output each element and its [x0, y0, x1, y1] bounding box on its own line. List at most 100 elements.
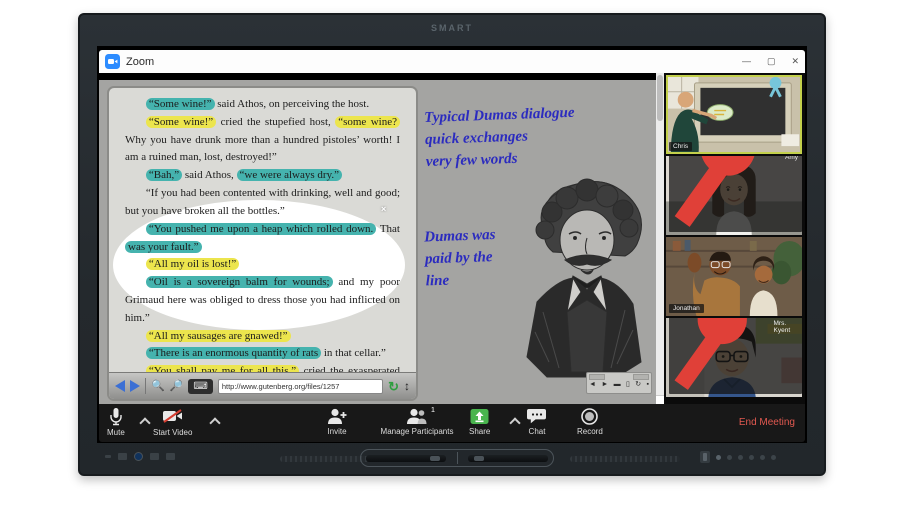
book-paragraph: “There is an enormous quantity of rats i… [125, 345, 400, 363]
minimize-button[interactable]: — [742, 57, 751, 66]
participant-name: Mrs. Kyent [774, 320, 798, 334]
volume-control [700, 451, 710, 463]
status-led [738, 455, 743, 460]
mute-button[interactable]: Mute [107, 408, 125, 437]
highlight-teal: “There is an enormous quantity of rats [146, 347, 321, 359]
book-paragraph: “You pushed me upon a heap which rolled … [125, 221, 400, 257]
status-led [716, 455, 721, 460]
participants-icon [406, 408, 428, 425]
stage: SMART Zoom — ▢ ✕ [0, 0, 900, 507]
zoom-window: Zoom — ▢ ✕ “Some w [99, 50, 805, 442]
smart-logo: SMART [80, 23, 824, 33]
forward-icon[interactable] [130, 380, 140, 392]
text-segment: That [376, 223, 400, 235]
vertical-scrollbar[interactable] [656, 73, 664, 404]
tray-divider [457, 452, 458, 464]
highlight-yellow: “Some wine!” [146, 116, 216, 128]
book-paragraph: “You shall pay me for all this,” cried t… [125, 363, 400, 372]
video-tile-student[interactable]: Mrs. Kyent [666, 318, 802, 397]
text-segment: “If you had been contented with drinking… [125, 187, 400, 217]
chat-button[interactable]: Chat [527, 408, 547, 436]
share-options-chevron-icon[interactable] [511, 416, 519, 424]
record-button[interactable]: Record [577, 408, 603, 436]
url-field[interactable]: http://www.gutenberg.org/files/1257 [218, 379, 383, 394]
zoom-app-icon [105, 54, 120, 69]
share-label: Share [469, 427, 490, 436]
video-tile-chris[interactable]: Chris [666, 75, 802, 154]
page-next-icon[interactable]: ► [601, 380, 608, 389]
text-segment: in that cellar.” [321, 347, 386, 359]
resize-icon[interactable]: ↕ [404, 380, 410, 392]
board-side-controls [105, 452, 175, 461]
browser-toolbar: 🔍 🔎 ⌨ http://www.gutenberg.org/files/125… [109, 372, 416, 399]
pen-tray [360, 449, 554, 467]
invite-button[interactable]: Invite [327, 408, 347, 436]
text-segment: cried the stupefied host, [216, 116, 335, 128]
book-paragraph: “Oil is a sovereign balm for wounds; and… [125, 274, 400, 327]
more-icon[interactable]: ▪ [646, 380, 648, 389]
status-led [727, 455, 732, 460]
minimize-tool-icon[interactable]: ▬ [614, 380, 621, 389]
speaker-grille [570, 456, 680, 462]
smart-board: SMART Zoom — ▢ ✕ [78, 13, 826, 476]
mute-label: Mute [107, 428, 125, 437]
book-paragraph: “If you had been contented with drinking… [125, 185, 400, 221]
refresh-icon[interactable]: ↻ [388, 380, 399, 393]
sync-icon[interactable]: ↻ [635, 380, 641, 389]
video-tile-jonathan[interactable]: Jonathan [666, 237, 802, 316]
invite-icon [327, 408, 347, 425]
chat-bubble-icon [527, 408, 547, 425]
zoom-control-bar: Mute Start Video Invite [99, 404, 805, 442]
end-meeting-button[interactable]: End Meeting [739, 417, 795, 428]
page-icon[interactable]: ▯ [626, 380, 630, 389]
scrollbar-thumb[interactable] [657, 75, 663, 121]
participant-count-badge: 1 [431, 405, 435, 414]
menu-button [166, 453, 175, 460]
status-led [760, 455, 765, 460]
highlight-yellow: “All my oil is lost!” [146, 258, 239, 270]
zoom-out-icon[interactable]: 🔎 [170, 381, 184, 392]
book-paragraph: “All my sausages are gnawed!” [125, 328, 400, 346]
muted-mic-icon [673, 318, 772, 393]
book-paragraph: “Some wine!” cried the stupefied host, “… [125, 114, 400, 167]
mute-options-chevron-icon[interactable] [141, 416, 149, 424]
highlight-teal: “we were always dry.” [237, 169, 342, 181]
start-video-label: Start Video [153, 428, 192, 437]
chat-label: Chat [529, 427, 546, 436]
text-segment: said Athos, [182, 169, 236, 181]
start-video-button[interactable]: Start Video [153, 408, 192, 437]
stylus-pen [468, 455, 548, 462]
keyboard-icon[interactable]: ⌨ [188, 379, 212, 394]
record-icon [581, 408, 598, 425]
manage-participants-label: Manage Participants [381, 427, 454, 436]
text-segment: Why you have drunk more than a hundred p… [125, 134, 400, 164]
video-options-chevron-icon[interactable] [211, 416, 219, 424]
board-button-row [700, 451, 776, 463]
back-icon[interactable] [115, 380, 125, 392]
toolbar-divider [145, 378, 146, 394]
share-button[interactable]: Share [469, 408, 490, 436]
participant-name: Jonathan [673, 305, 700, 312]
invite-label: Invite [327, 427, 346, 436]
page-prev-icon[interactable]: ◄ [589, 380, 596, 389]
video-tile-amy[interactable]: Amy [666, 156, 802, 235]
book-browser-widget[interactable]: “Some wine!” said Athos, on perceiving t… [107, 86, 418, 401]
participant-video-strip: Chris [664, 73, 805, 404]
highlight-teal: “Some wine!” [146, 98, 215, 110]
annotation-close-icon[interactable]: × [381, 204, 386, 214]
highlight-teal: “Oil is a sovereign balm for wounds; [146, 276, 333, 288]
close-button[interactable]: ✕ [791, 57, 799, 66]
dumas-portrait-sketch [507, 172, 657, 392]
page-nav-toolbar: ◄ ► ▬ ▯ ↻ ▪ [586, 372, 652, 394]
maximize-button[interactable]: ▢ [767, 57, 776, 66]
highlight-teal: “You pushed me upon a heap which rolled … [146, 223, 376, 235]
input-button [150, 453, 159, 460]
zoom-in-icon[interactable]: 🔍 [151, 381, 165, 392]
shared-screen: “Some wine!” said Athos, on perceiving t… [99, 80, 656, 404]
highlight-yellow: “some wine? [335, 116, 400, 128]
handwritten-note-dialogue: Typical Dumas dialogue quick exchanges v… [424, 100, 656, 173]
muted-mic-icon [673, 156, 783, 231]
scrollbar-button[interactable] [656, 395, 664, 404]
manage-participants-button[interactable]: 1 Manage Participants [375, 408, 459, 436]
book-page: “Some wine!” said Athos, on perceiving t… [109, 88, 416, 372]
